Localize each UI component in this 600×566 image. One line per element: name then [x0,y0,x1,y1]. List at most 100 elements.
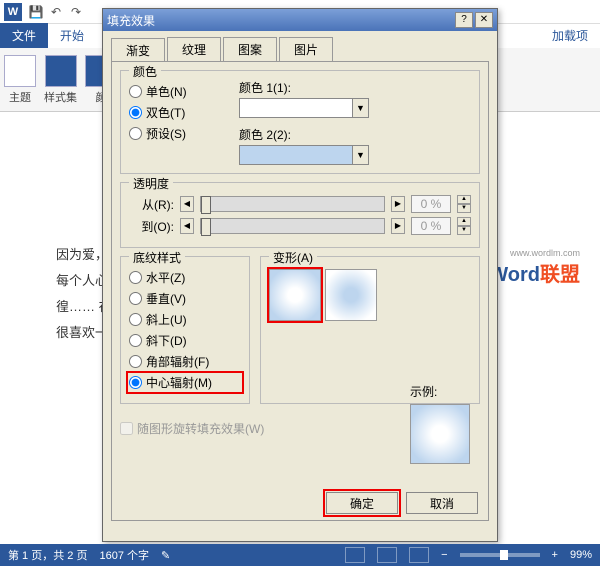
sample-section: 示例: [410,383,478,464]
styleset-label: 样式集 [44,89,77,105]
tab-home[interactable]: 开始 [48,23,96,48]
radio-double-input[interactable] [129,106,142,119]
radio-preset-input[interactable] [129,127,142,140]
radio-diagup-input[interactable] [129,313,142,326]
colors-groupbox: 颜色 单色(N) 双色(T) 预设(S) 颜色 1(1): ▼ 颜色 2(2):… [120,70,480,174]
undo-icon[interactable]: ↶ [46,2,66,22]
color2-swatch [240,146,352,164]
radio-single-input[interactable] [129,85,142,98]
view-print-icon[interactable] [377,547,397,563]
radio-center-label: 中心辐射(M) [146,374,212,391]
variant-1[interactable] [269,269,321,321]
chevron-down-icon: ▼ [352,99,368,117]
theme-label: 主题 [9,89,31,105]
to-slider[interactable] [200,218,385,234]
cancel-button[interactable]: 取消 [406,492,478,514]
zoom-slider[interactable] [460,553,540,557]
radio-vert-label: 垂直(V) [146,290,186,307]
view-read-icon[interactable] [345,547,365,563]
spellcheck-icon[interactable]: ✎ [161,549,170,562]
help-button[interactable]: ? [455,12,473,28]
to-percent: 0 % [411,217,451,235]
slider-right-icon[interactable]: ▶ [391,196,405,212]
watermark: www.wordlm.com Word联盟 [489,248,580,287]
radio-horiz-label: 水平(Z) [146,269,185,286]
radio-diagdown-input[interactable] [129,334,142,347]
radio-corner-input[interactable] [129,355,142,368]
radio-preset-label: 预设(S) [146,125,186,142]
radio-vertical[interactable]: 垂直(V) [129,290,241,307]
radio-single-color[interactable]: 单色(N) [129,83,239,100]
radio-diagup-label: 斜上(U) [146,311,187,328]
ok-button[interactable]: 确定 [326,492,398,514]
from-label: 从(R): [129,196,174,213]
radio-horiz-input[interactable] [129,271,142,284]
radio-diagonal-up[interactable]: 斜上(U) [129,311,241,328]
tab-addins[interactable]: 加载项 [540,23,600,48]
tab-picture[interactable]: 图片 [279,37,333,61]
from-slider[interactable] [200,196,385,212]
radio-diagonal-down[interactable]: 斜下(D) [129,332,241,349]
radio-horizontal[interactable]: 水平(Z) [129,269,241,286]
word-icon: W [4,3,22,21]
watermark-brand2: 联盟 [540,264,580,286]
variant-2[interactable] [325,269,377,321]
rotate-checkbox-input [120,422,133,435]
redo-icon[interactable]: ↷ [66,2,86,22]
slider-left-icon[interactable]: ◀ [180,196,194,212]
radio-vert-input[interactable] [129,292,142,305]
slider-thumb[interactable] [201,196,211,214]
color2-label: 颜色 2(2): [239,126,471,143]
zoom-out-icon[interactable]: − [441,549,447,561]
shading-style-groupbox: 底纹样式 水平(Z) 垂直(V) 斜上(U) 斜下(D) 角部辐射(F) 中心辐… [120,256,250,404]
zoom-percent[interactable]: 99% [570,549,592,561]
theme-group[interactable]: 主题 [4,55,36,105]
radio-diagdown-label: 斜下(D) [146,332,187,349]
radio-center-input[interactable] [129,376,142,389]
dialog-titlebar[interactable]: 填充效果 ? ✕ [103,9,497,31]
color1-label: 颜色 1(1): [239,79,471,96]
chevron-down-icon: ▼ [352,146,368,164]
radio-double-label: 双色(T) [146,104,185,121]
word-count[interactable]: 1607 个字 [99,547,149,563]
transparency-group-title: 透明度 [129,175,173,192]
rotate-checkbox-label: 随图形旋转填充效果(W) [137,420,264,437]
from-spinner[interactable]: ▲▼ [457,195,471,213]
dialog-body: 颜色 单色(N) 双色(T) 预设(S) 颜色 1(1): ▼ 颜色 2(2):… [111,61,489,521]
zoom-in-icon[interactable]: + [552,549,558,561]
to-label: 到(O): [129,218,174,235]
color1-combo[interactable]: ▼ [239,98,369,118]
from-percent: 0 % [411,195,451,213]
watermark-url: www.wordlm.com [489,248,580,258]
radio-corner-label: 角部辐射(F) [146,353,209,370]
radio-single-label: 单色(N) [146,83,187,100]
color1-swatch [240,99,352,117]
styleset-icon [45,55,77,87]
fill-effects-dialog: 填充效果 ? ✕ 渐变 纹理 图案 图片 颜色 单色(N) 双色(T) 预设(S… [102,8,498,542]
status-bar: 第 1 页，共 2 页 1607 个字 ✎ − + 99% [0,544,600,566]
page-indicator[interactable]: 第 1 页，共 2 页 [8,547,87,563]
colors-group-title: 颜色 [129,63,161,80]
slider-thumb[interactable] [201,218,211,236]
tab-texture[interactable]: 纹理 [167,37,221,61]
radio-preset[interactable]: 预设(S) [129,125,239,142]
tab-file[interactable]: 文件 [0,23,48,48]
radio-double-color[interactable]: 双色(T) [129,104,239,121]
style-group-title: 底纹样式 [129,249,185,266]
radio-from-corner[interactable]: 角部辐射(F) [129,353,241,370]
view-web-icon[interactable] [409,547,429,563]
slider-right-icon[interactable]: ▶ [391,218,405,234]
close-button[interactable]: ✕ [475,12,493,28]
styleset-group[interactable]: 样式集 [44,55,77,105]
radio-from-center[interactable]: 中心辐射(M) [129,374,241,391]
sample-label: 示例: [410,383,478,400]
slider-left-icon[interactable]: ◀ [180,218,194,234]
save-icon[interactable]: 💾 [26,2,46,22]
to-spinner[interactable]: ▲▼ [457,217,471,235]
dialog-tabs: 渐变 纹理 图案 图片 [103,31,497,61]
color2-combo[interactable]: ▼ [239,145,369,165]
tab-pattern[interactable]: 图案 [223,37,277,61]
transparency-groupbox: 透明度 从(R): ◀ ▶ 0 % ▲▼ 到(O): ◀ ▶ 0 % ▲▼ [120,182,480,248]
tab-gradient[interactable]: 渐变 [111,38,165,62]
variants-groupbox: 变形(A) [260,256,480,404]
